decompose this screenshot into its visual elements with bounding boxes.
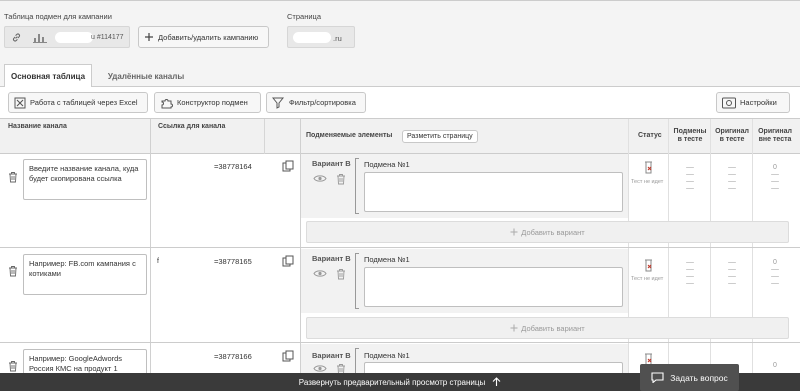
- test-tube-icon: [645, 161, 652, 174]
- campaign-header: Таблица подмен для кампании u #114177 До…: [0, 0, 800, 62]
- col-subs-in-test: Подмены в тесте: [670, 128, 710, 144]
- ask-question-label: Задать вопрос: [670, 372, 728, 383]
- substitution-textarea[interactable]: [364, 172, 623, 212]
- channel-link: =38778165: [214, 257, 252, 266]
- tab-bar: Основная таблица Удалённые каналы: [0, 62, 800, 88]
- orig-in-test-value: –– –– –– ––: [728, 259, 736, 287]
- eye-icon[interactable]: [313, 364, 327, 373]
- tab-main-table[interactable]: Основная таблица: [4, 64, 92, 88]
- page-selector[interactable]: .ru: [287, 26, 355, 48]
- table-row: Например: FB.com кампания с котиками f =…: [0, 249, 800, 343]
- col-replaced-elements: Подменяемые элементы: [306, 132, 393, 139]
- arrow-up-icon: [492, 377, 501, 386]
- campaign-table-label: Таблица подмен для кампании: [4, 12, 112, 21]
- campaign-id: u #114177: [91, 34, 124, 41]
- substitution-textarea[interactable]: [364, 362, 623, 373]
- page-label: Страница: [287, 12, 321, 21]
- col-orig-in-test-l1: Оригинал: [715, 128, 749, 135]
- channel-link: =38778164: [214, 162, 252, 171]
- trash-icon[interactable]: [336, 363, 346, 373]
- col-status: Статус: [638, 132, 662, 139]
- col-subs-in-test-l1: Подмены: [673, 128, 707, 135]
- table-row: Введите название канала, куда будет скоп…: [0, 154, 800, 248]
- plus-circle-icon: [510, 228, 518, 236]
- constructor-button[interactable]: Конструктор подмен: [154, 92, 261, 113]
- toolbar: Работа с таблицей через Excel Конструкто…: [0, 87, 800, 119]
- filter-icon: [272, 97, 285, 109]
- col-orig-in-test: Оригинал в тесте: [712, 128, 752, 144]
- col-orig-out-test-l1: Оригинал: [758, 128, 792, 135]
- variant-label: Вариант B: [312, 351, 351, 360]
- substitution-label: Подмена №1: [364, 255, 410, 264]
- trash-icon[interactable]: [8, 171, 18, 183]
- trash-icon[interactable]: [336, 268, 346, 280]
- subs-in-test-value: –– –– –– ––: [686, 259, 694, 287]
- eye-icon[interactable]: [313, 269, 327, 278]
- page-domain-redacted: [293, 32, 331, 43]
- orig-out-test-value: 0 –– –– ––: [771, 259, 779, 287]
- ask-question-button[interactable]: Задать вопрос: [640, 364, 739, 391]
- variant-label: Вариант B: [312, 159, 351, 168]
- chat-bubble-icon: [651, 372, 664, 383]
- channel-name-textarea[interactable]: Введите название канала, куда будет скоп…: [23, 159, 147, 200]
- plus-circle-icon: [510, 324, 518, 332]
- link-redacted: [158, 348, 213, 359]
- gear-icon: [722, 97, 736, 108]
- add-remove-campaign-button[interactable]: Добавить/удалить кампанию: [138, 26, 269, 48]
- puzzle-icon: [161, 98, 173, 108]
- channel-name-textarea[interactable]: Например: GoogleAdwords Россия КМС на пр…: [23, 349, 147, 373]
- col-channel-name: Название канала: [8, 123, 67, 130]
- trash-icon[interactable]: [8, 360, 18, 372]
- add-variant-label: Добавить вариант: [521, 227, 585, 237]
- substitution-label: Подмена №1: [364, 160, 410, 169]
- plus-icon: [145, 33, 153, 41]
- copy-icon[interactable]: [282, 255, 295, 268]
- link-redacted: [158, 158, 213, 169]
- status-text: Тест не идет: [631, 179, 664, 185]
- add-variant-label: Добавить вариант: [521, 323, 585, 333]
- add-variant-button[interactable]: Добавить вариант: [306, 221, 789, 243]
- copy-icon[interactable]: [282, 160, 295, 173]
- channel-link: =38778166: [214, 352, 252, 361]
- add-variant-button[interactable]: Добавить вариант: [306, 317, 789, 339]
- filter-button[interactable]: Фильтр/сортировка: [266, 92, 366, 113]
- col-channel-link: Ссылка для канала: [158, 123, 226, 130]
- status-text: Тест не идет: [631, 276, 664, 282]
- variant-label: Вариант B: [312, 254, 351, 263]
- excel-icon: [14, 97, 26, 108]
- test-tube-icon: [645, 259, 652, 272]
- excel-button[interactable]: Работа с таблицей через Excel: [8, 92, 148, 113]
- subs-in-test-value: –– –– –– ––: [686, 164, 694, 192]
- trash-icon[interactable]: [336, 173, 346, 185]
- bar-chart-icon: [33, 34, 47, 43]
- channel-link-prefix: f: [157, 258, 159, 265]
- settings-button[interactable]: Настройки: [716, 92, 790, 113]
- expand-preview-label: Развернуть предварительный просмотр стра…: [298, 377, 486, 387]
- link-icon: [12, 33, 21, 42]
- filter-button-label: Фильтр/сортировка: [289, 98, 356, 107]
- col-subs-in-test-l2: в тесте: [677, 136, 703, 143]
- eye-icon[interactable]: [313, 174, 327, 183]
- orig-out-test-value: 0 –– –– ––: [771, 164, 779, 192]
- campaign-name-redacted: [55, 32, 93, 43]
- page-domain: .ru: [333, 34, 342, 43]
- tab-deleted-channels[interactable]: Удалённые каналы: [100, 64, 192, 88]
- col-orig-out-test-l2: вне теста: [758, 136, 792, 143]
- markup-page-button[interactable]: Разметить страницу: [402, 130, 478, 143]
- col-orig-in-test-l2: в тесте: [719, 136, 745, 143]
- excel-button-label: Работа с таблицей через Excel: [30, 98, 138, 107]
- col-orig-out-test: Оригинал вне теста: [754, 128, 796, 144]
- campaign-selector[interactable]: u #114177: [4, 26, 130, 48]
- trash-icon[interactable]: [8, 265, 18, 277]
- substitution-label: Подмена №1: [364, 351, 410, 360]
- copy-icon[interactable]: [282, 350, 295, 363]
- orig-in-test-value: –– –– –– ––: [728, 164, 736, 192]
- table-header: Название канала Ссылка для канала Подмен…: [0, 119, 800, 154]
- substitution-textarea[interactable]: [364, 267, 623, 307]
- constructor-button-label: Конструктор подмен: [177, 98, 248, 107]
- add-remove-campaign-label: Добавить/удалить кампанию: [158, 32, 259, 42]
- channel-name-textarea[interactable]: Например: FB.com кампания с котиками: [23, 254, 147, 295]
- orig-out-test-value: 0: [773, 362, 777, 369]
- settings-button-label: Настройки: [740, 98, 777, 107]
